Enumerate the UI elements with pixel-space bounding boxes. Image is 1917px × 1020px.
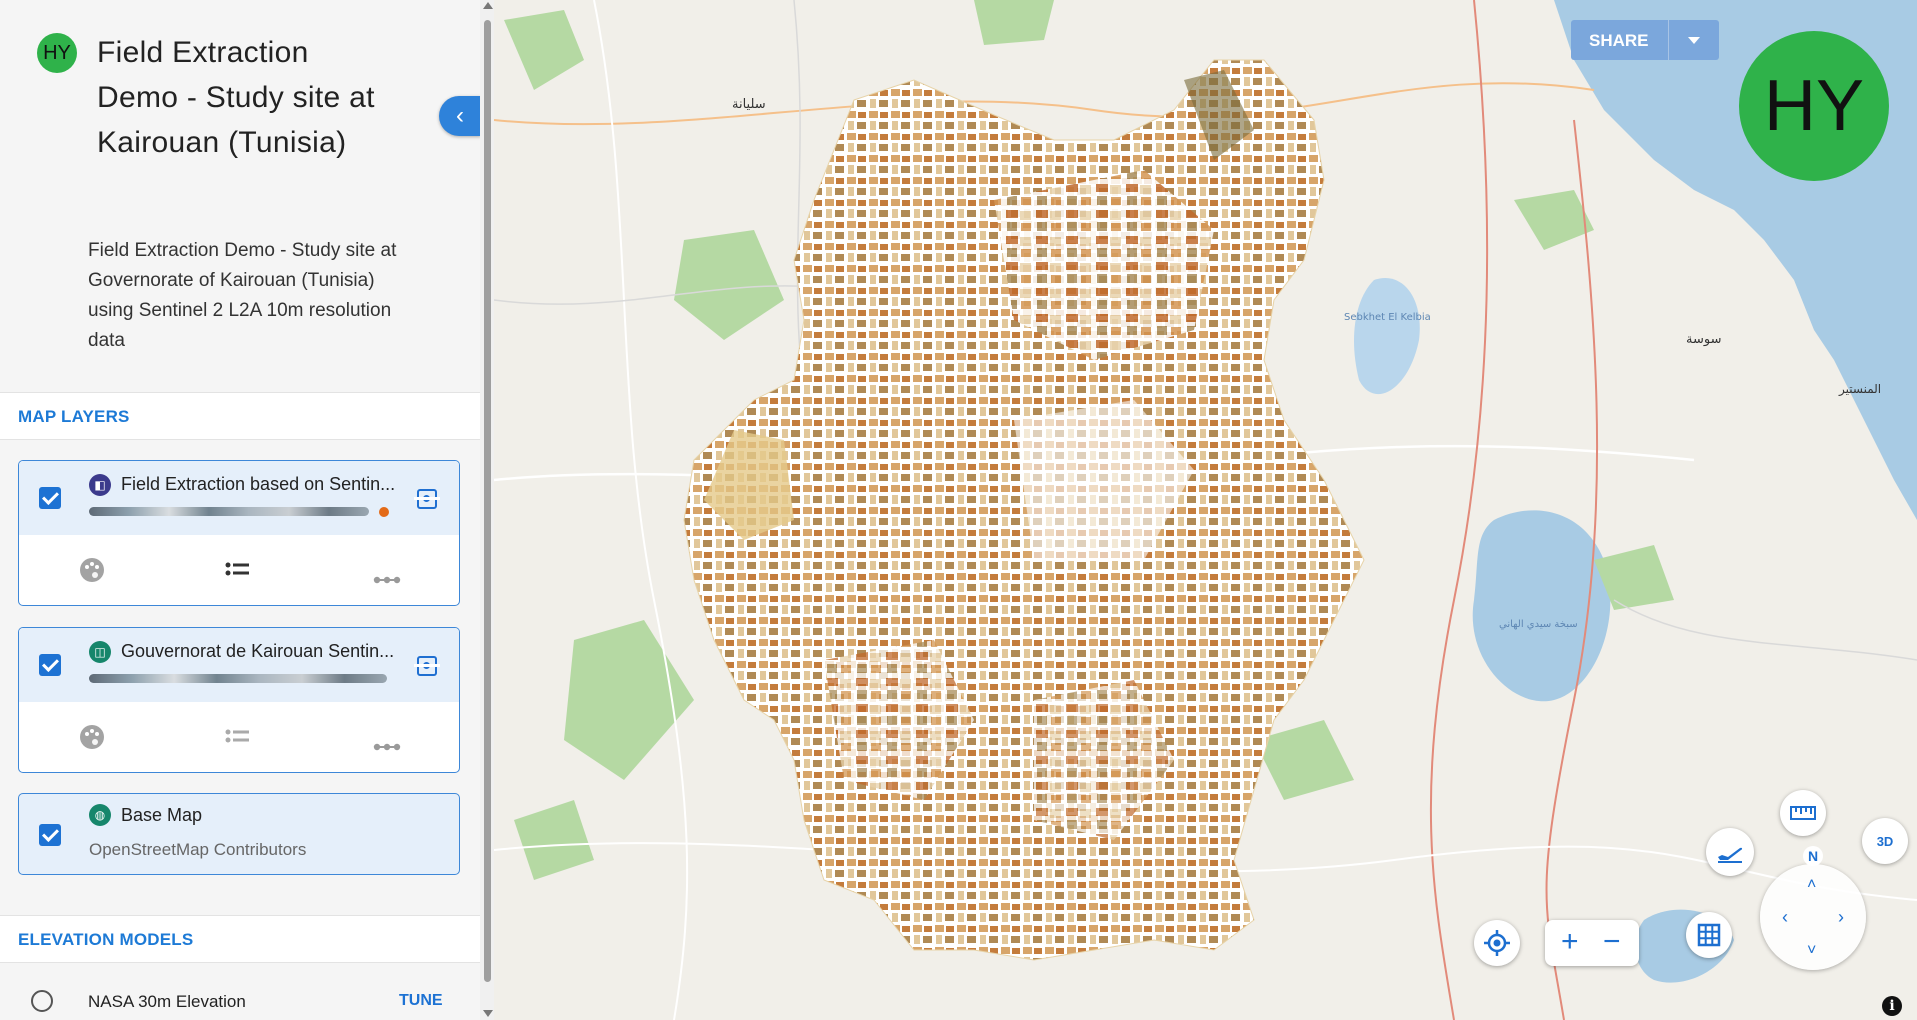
imagery-icon: ◫ (89, 641, 111, 663)
share-label: SHARE (1589, 31, 1649, 50)
pan-up-icon[interactable]: ˄ (1807, 876, 1816, 894)
more-options-icon[interactable] (373, 730, 401, 756)
airplane-takeoff-icon (1718, 847, 1743, 863)
collapse-sidebar-button[interactable]: ‹ (439, 96, 481, 136)
grid-icon (1697, 923, 1721, 947)
sidebar-scrollbar-thumb[interactable] (484, 20, 491, 982)
layer-subtitle: OpenStreetMap Contributors (89, 840, 307, 859)
compass-navigation[interactable]: ˄ ˅ ‹ › (1760, 864, 1866, 970)
layer-header (19, 461, 459, 535)
layer-name: Base Map (121, 805, 203, 825)
grid-toggle-button[interactable] (1686, 912, 1732, 958)
zoom-to-layer-icon[interactable] (414, 656, 440, 676)
share-divider (1668, 20, 1669, 60)
globe-icon: ◍ (89, 804, 111, 826)
elevation-radio[interactable] (31, 990, 53, 1012)
zoom-controls: + − (1545, 920, 1639, 966)
layer-thumbnail (89, 507, 369, 516)
layer-thumbnail (89, 674, 387, 683)
layer-visibility-checkbox[interactable] (39, 654, 61, 676)
elevation-model-name: NASA 30m Elevation (88, 992, 246, 1011)
place-label-sebkhet: Sebkhet El Kelbia (1344, 312, 1431, 323)
pan-left-icon[interactable]: ‹ (1782, 907, 1788, 928)
pan-down-icon[interactable]: ˅ (1807, 942, 1816, 960)
tune-button[interactable]: TUNE (399, 992, 443, 1010)
map-layers-title: MAP LAYERS (18, 407, 130, 426)
layer-header (19, 628, 459, 702)
scroll-down-arrow[interactable] (483, 1010, 493, 1017)
project-title: Field Extraction Demo - Study site at Ka… (97, 36, 375, 159)
chevron-left-icon: ‹ (456, 102, 464, 129)
layer-card-field-extraction[interactable]: ◧ Field Extraction based on Sentin... (18, 460, 460, 606)
sidebar: HY Field Extraction Demo - Study site at… (0, 0, 481, 1020)
project-description: Field Extraction Demo - Study site at Go… (88, 240, 397, 351)
legend-list-icon[interactable] (225, 726, 251, 752)
layer-card-base-map[interactable]: ◍ Base Map OpenStreetMap Contributors (18, 793, 460, 875)
info-icon[interactable]: i (1882, 996, 1902, 1016)
3d-label: 3D (1876, 833, 1894, 849)
ruler-measure-button[interactable] (1780, 790, 1826, 836)
flight-mode-button[interactable] (1706, 828, 1754, 876)
place-label-sebkha: سبخة سيدي الهاني (1499, 619, 1578, 630)
pan-right-icon[interactable]: › (1838, 907, 1844, 928)
elevation-models-title: ELEVATION MODELS (18, 930, 194, 949)
user-avatar[interactable]: HY (1739, 31, 1889, 181)
place-label-sousse: سوسة (1686, 332, 1721, 347)
zoom-in-button[interactable]: + (1561, 927, 1579, 957)
zoom-to-layer-icon[interactable] (414, 489, 440, 509)
layer-name: Gouvernorat de Kairouan Sentin... (121, 641, 395, 661)
ruler-icon (1790, 806, 1816, 820)
scroll-up-arrow[interactable] (483, 2, 493, 9)
layer-visibility-checkbox[interactable] (39, 487, 61, 509)
palette-icon[interactable] (79, 724, 105, 754)
layer-card-kairouan-sentinel[interactable]: ◫ Gouvernorat de Kairouan Sentin... (18, 627, 460, 773)
toggle-3d-button[interactable]: 3D (1862, 818, 1908, 864)
zoom-out-button[interactable]: − (1603, 927, 1621, 957)
share-button[interactable]: SHARE (1571, 20, 1719, 60)
layer-stack-icon: ◧ (89, 474, 111, 496)
map-layers-header: MAP LAYERS (0, 392, 480, 440)
north-indicator[interactable]: N (1803, 846, 1823, 866)
layer-status-dot (379, 507, 389, 517)
elevation-models-header: ELEVATION MODELS (0, 915, 480, 963)
layer-name: Field Extraction based on Sentin... (121, 474, 396, 494)
map-base-layer: سليانة سوسة Sebkhet El Kelbia المنستير س… (494, 0, 1917, 1020)
locate-me-button[interactable] (1474, 920, 1520, 966)
place-label-siliana: سليانة (732, 97, 766, 112)
legend-list-icon[interactable] (225, 559, 251, 585)
project-avatar: HY (37, 33, 77, 73)
place-label-monastir: المنستير (1838, 382, 1881, 397)
palette-icon[interactable] (79, 557, 105, 587)
share-dropdown-icon[interactable] (1688, 37, 1700, 44)
more-options-icon[interactable] (373, 563, 401, 589)
map-canvas[interactable]: سليانة سوسة Sebkhet El Kelbia المنستير س… (494, 0, 1917, 1020)
layer-visibility-checkbox[interactable] (39, 824, 61, 846)
crosshair-location-icon (1484, 930, 1510, 956)
